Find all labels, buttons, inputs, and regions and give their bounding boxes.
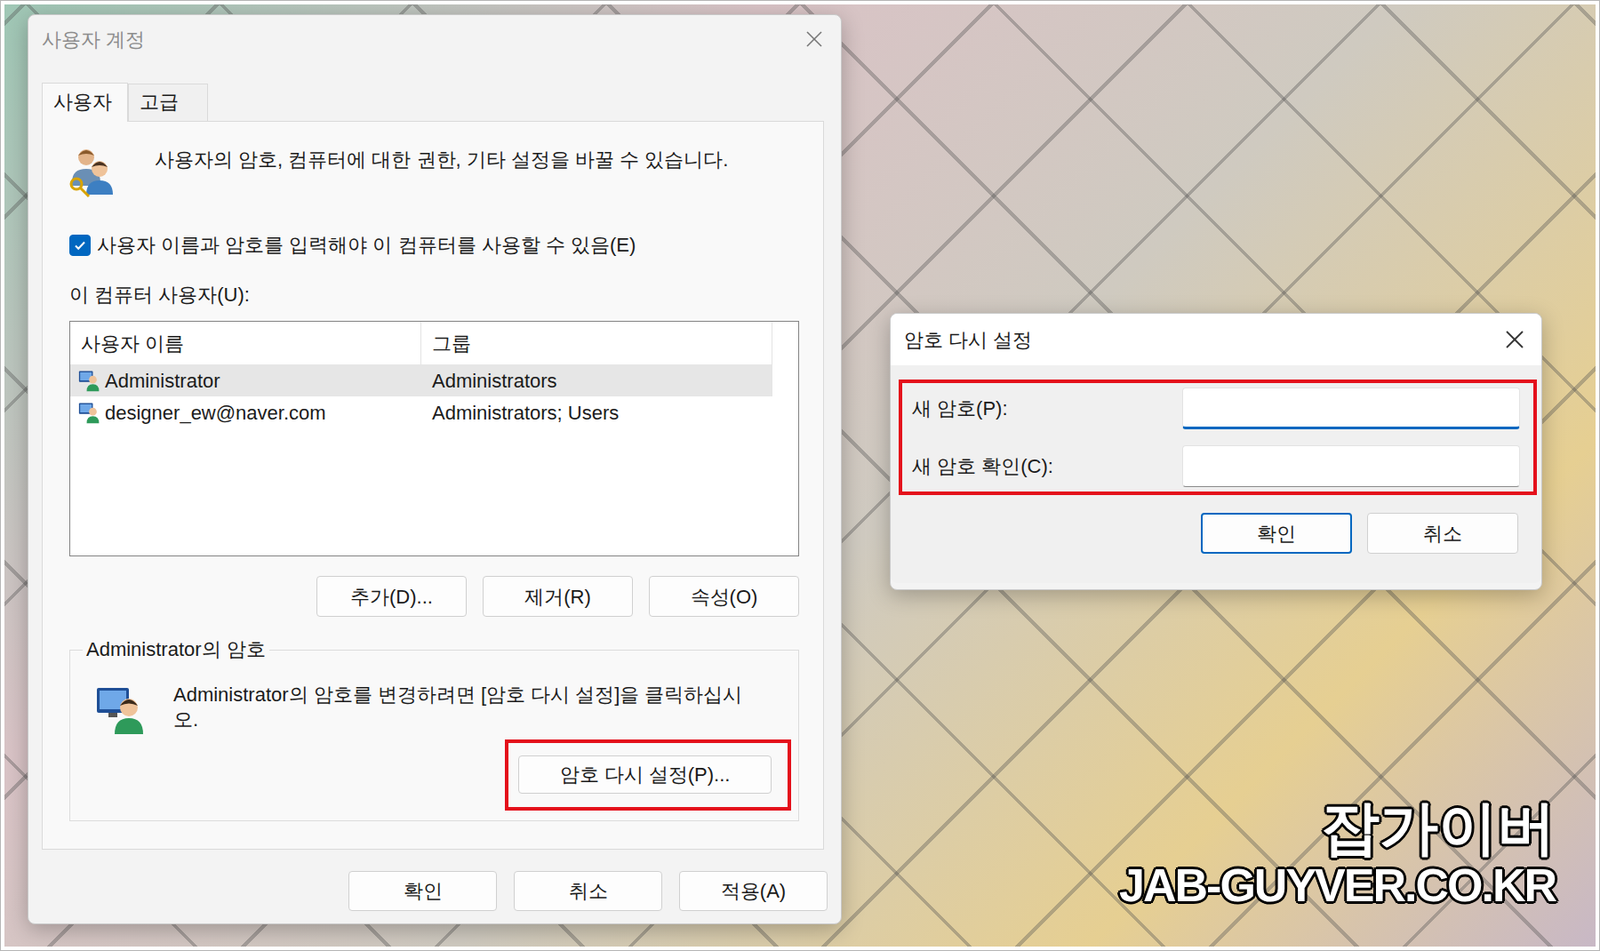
password-field-row: 새 암호(P): [912,387,1520,430]
close-icon[interactable] [801,26,827,52]
users-key-icon [66,144,117,199]
require-login-label[interactable]: 사용자 이름과 암호를 입력해야 이 컴퓨터를 사용할 수 있음(E) [96,232,636,259]
field-label: 새 암호(P): [912,395,1183,423]
list-button[interactable]: 속성(O) [648,576,800,617]
window-title: 사용자 계정 [41,24,145,55]
list-button[interactable]: 추가(D)... [316,576,467,617]
list-button[interactable]: 제거(R) [482,576,633,617]
tab-panel: 사용자의 암호, 컴퓨터에 대한 권한, 기타 설정을 바꿀 수 있습니다. 사… [41,120,824,850]
dialog-button[interactable]: 취소 [513,871,663,912]
image-frame: 사용자 계정 사용자고급 [0,0,1600,951]
cell-text: Administrator [104,366,221,396]
reset-button-row: 암호 다시 설정(P)... [95,739,792,811]
table-cell: Administrators; Users [421,398,773,428]
watermark-name: 잡가이버 [1119,795,1556,861]
password-input[interactable] [1182,387,1520,430]
require-login-row[interactable]: 사용자 이름과 암호를 입력해야 이 컴퓨터를 사용할 수 있음(E) [69,232,800,259]
watermark: 잡가이버 JAB-GUYVER.CO.KR [1119,795,1556,912]
highlight-box: 암호 다시 설정(P)... [504,739,792,811]
dialog-body: 사용자고급 사용자의 암호, 컴퓨터에 대한 권한, 기타 설정을 바꿀 [28,82,841,924]
password-field-row: 새 암호 확인(C): [912,445,1520,488]
close-icon[interactable] [1502,327,1528,352]
cell-text: Administrators [432,366,558,396]
description-text: 사용자의 암호, 컴퓨터에 대한 권한, 기타 설정을 바꿀 수 있습니다. [154,146,728,174]
user-row[interactable]: Administrator Administrators [70,364,773,397]
user-icon [78,368,102,392]
password-group-text: Administrator의 암호를 변경하려면 [암호 다시 설정]을 클릭하… [173,682,765,733]
dialog-button[interactable]: 취소 [1367,512,1519,554]
field-label: 새 암호 확인(C): [912,453,1183,480]
users-list: 사용자 이름그룹 AdministratorAdministratorsdesi… [69,320,800,557]
dialog-button[interactable]: 확인 [1200,512,1352,554]
dialog-buttons: 확인 취소 [898,512,1519,554]
list-rows: AdministratorAdministratorsdesigner_ew@n… [70,364,799,429]
dialog-body: 새 암호(P): 새 암호 확인(C): 확인 취소 [890,365,1542,584]
table-cell: designer_ew@naver.com [70,398,422,428]
list-buttons: 추가(D)... 제거(R) 속성(O) [69,576,800,617]
dialog-button[interactable]: 적용(A) [679,871,828,912]
list-header: 사용자 이름그룹 [70,321,773,365]
column-header[interactable]: 그룹 [421,321,773,365]
column-header[interactable]: 사용자 이름 [70,321,422,365]
reset-password-dialog: 암호 다시 설정 새 암호(P): 새 암호 확인(C): 확인 취소 [889,312,1543,591]
user-row[interactable]: designer_ew@naver.com Administrators; Use… [70,396,773,429]
tab[interactable]: 고급 [128,83,208,121]
password-input[interactable] [1182,445,1520,488]
dialog-buttons: 확인 취소 적용(A) [41,871,828,924]
reset-password-button[interactable]: 암호 다시 설정(P)... [518,755,772,794]
tab[interactable]: 사용자 [41,82,128,122]
title-bar: 사용자 계정 [28,15,841,64]
user-monitor-icon [95,682,149,736]
cell-text: Administrators; Users [432,398,619,428]
window-title: 암호 다시 설정 [904,325,1032,355]
user-icon [78,400,102,424]
table-cell: Administrators [421,366,773,396]
description-row: 사용자의 암호, 컴퓨터에 대한 권한, 기타 설정을 바꿀 수 있습니다. [69,144,800,199]
password-group-row: Administrator의 암호를 변경하려면 [암호 다시 설정]을 클릭하… [95,682,792,736]
password-group: Administrator의 암호 Administrator의 암호를 변경하… [69,636,800,822]
watermark-url: JAB-GUYVER.CO.KR [1119,860,1556,912]
users-label: 이 컴퓨터 사용자(U): [69,281,800,309]
cell-text: designer_ew@naver.com [104,398,327,428]
dialog-button[interactable]: 확인 [348,871,497,912]
table-cell: Administrator [70,366,422,396]
desktop: 사용자 계정 사용자고급 [4,4,1596,947]
highlight-box: 새 암호(P): 새 암호 확인(C): [898,379,1537,496]
tab-strip: 사용자고급 [41,82,824,121]
user-accounts-window: 사용자 계정 사용자고급 [27,14,842,925]
require-login-checkbox[interactable] [69,234,91,256]
title-bar: 암호 다시 설정 [890,313,1542,366]
password-group-title: Administrator의 암호 [82,636,270,664]
